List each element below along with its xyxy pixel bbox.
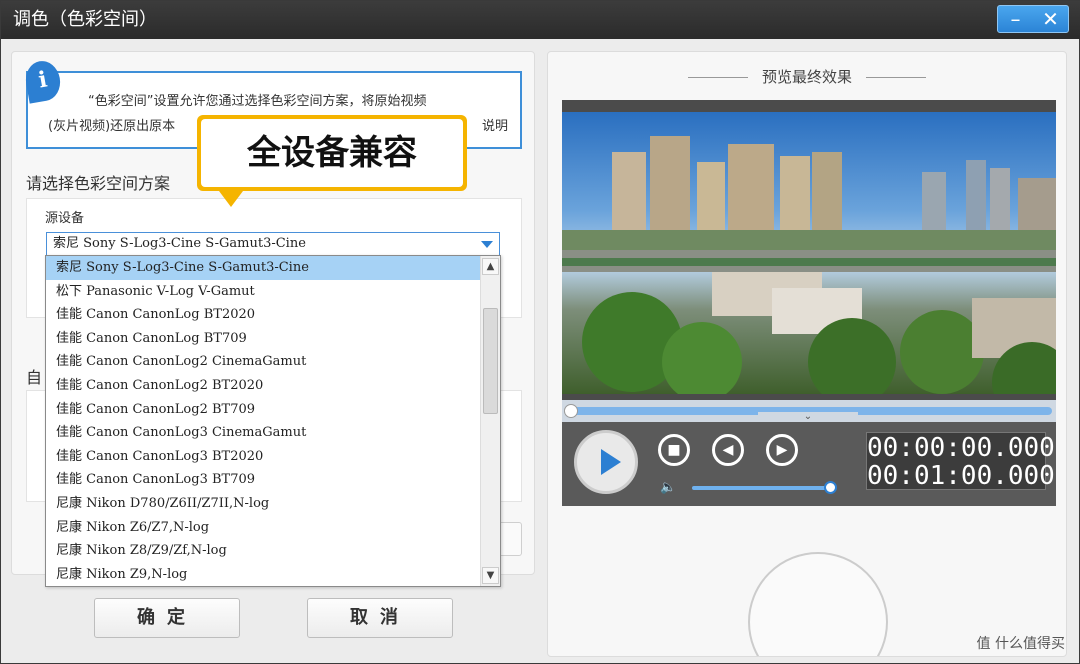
video-player: ⌄ ■ ◀ ▶ 🔈 00:00:00.000 00:01:00.000	[562, 100, 1056, 506]
volume-icon[interactable]: 🔈	[660, 480, 676, 495]
dropdown-option[interactable]: 佳能 Canon CanonLog2 CinemaGamut	[46, 350, 480, 374]
source-device-select[interactable]: 索尼 Sony S-Log3-Cine S-Gamut3-Cine	[46, 232, 500, 256]
play-button[interactable]	[574, 430, 638, 494]
dialog-window: 调色（色彩空间） – ✕ i “色彩空间”设置允许您通过选择色彩空间方案，将原始…	[0, 0, 1080, 664]
minimize-icon[interactable]: –	[998, 6, 1033, 32]
video-frame	[562, 112, 1056, 394]
dropdown-option[interactable]: 佳能 Canon CanonLog2 BT2020	[46, 374, 480, 398]
callout-tail	[219, 191, 243, 207]
dropdown-option[interactable]: 尼康 Nikon D780/Z6II/Z7II,N-log	[46, 492, 480, 516]
chevron-down-icon[interactable]	[481, 241, 493, 248]
window-buttons: – ✕	[997, 5, 1069, 33]
volume-knob[interactable]	[824, 481, 837, 494]
scroll-up-icon[interactable]: ▲	[482, 258, 499, 275]
watermark-logo: 值 什么值得买	[976, 636, 1065, 652]
info-link[interactable]: 说明	[482, 114, 508, 139]
player-controls: ■ ◀ ▶ 🔈 00:00:00.000 00:01:00.000	[562, 422, 1056, 506]
dropdown-option[interactable]: 佳能 Canon CanonLog BT2020	[46, 303, 480, 327]
dropdown-option[interactable]: 尼康 Nikon Z6/Z7,N-log	[46, 516, 480, 540]
dropdown-option[interactable]: 松下 Panasonic V-Log V-Gamut	[46, 280, 480, 304]
dropdown-options: 索尼 Sony S-Log3-Cine S-Gamut3-Cine 松下 Pana…	[46, 256, 480, 586]
preview-panel: 预览最终效果 ⌄ ■ ◀ ▶ 🔈 00:00:00.000 00:01:00.0…	[547, 51, 1067, 657]
ok-button[interactable]: 确定	[94, 598, 240, 638]
dropdown-option[interactable]: 佳能 Canon CanonLog3 BT709	[46, 468, 480, 492]
scroll-down-icon[interactable]: ▼	[482, 567, 499, 584]
source-device-label: 源设备	[45, 211, 85, 226]
next-frame-button[interactable]: ▶	[766, 434, 798, 466]
dropdown-option[interactable]: 尼康 Nikon Z8/Z9/Zf,N-log	[46, 539, 480, 563]
window-title: 调色（色彩空间）	[13, 9, 157, 30]
dropdown-option[interactable]: 尼康 Nikon Z9,N-log	[46, 563, 480, 586]
dropdown-option[interactable]: 佳能 Canon CanonLog3 BT2020	[46, 445, 480, 469]
info-line-1: “色彩空间”设置允许您通过选择色彩空间方案，将原始视频	[88, 94, 427, 109]
callout-text: 全设备兼容	[201, 119, 463, 187]
auto-label: 自	[26, 368, 43, 387]
dropdown-option[interactable]: 佳能 Canon CanonLog BT709	[46, 327, 480, 351]
callout-badge: 全设备兼容	[197, 115, 467, 207]
preview-title: 预览最终效果	[548, 66, 1066, 87]
prev-frame-button[interactable]: ◀	[712, 434, 744, 466]
progress-knob[interactable]	[564, 404, 578, 418]
scheme-label: 请选择色彩空间方案	[26, 174, 171, 193]
dropdown-option[interactable]: 佳能 Canon CanonLog2 BT709	[46, 398, 480, 422]
time-display: 00:00:00.000 00:01:00.000	[866, 432, 1055, 491]
scrollbar[interactable]: ▲ ▼	[480, 256, 500, 586]
city-scene-image	[562, 136, 1056, 394]
device-dropdown-list[interactable]: 索尼 Sony S-Log3-Cine S-Gamut3-Cine 松下 Pana…	[45, 255, 501, 587]
total-time: 00:01:00.000	[867, 461, 1055, 491]
select-value: 索尼 Sony S-Log3-Cine S-Gamut3-Cine	[53, 236, 306, 251]
dropdown-option[interactable]: 索尼 Sony S-Log3-Cine S-Gamut3-Cine	[46, 256, 480, 280]
current-time: 00:00:00.000	[867, 433, 1055, 463]
mascot-illustration	[748, 552, 888, 656]
dropdown-option[interactable]: 佳能 Canon CanonLog3 CinemaGamut	[46, 421, 480, 445]
title-bar: 调色（色彩空间） – ✕	[1, 1, 1080, 39]
stop-button[interactable]: ■	[658, 434, 690, 466]
scroll-thumb[interactable]	[483, 308, 498, 414]
volume-slider[interactable]	[692, 486, 830, 490]
close-icon[interactable]: ✕	[1033, 6, 1068, 32]
cancel-button[interactable]: 取消	[307, 598, 453, 638]
